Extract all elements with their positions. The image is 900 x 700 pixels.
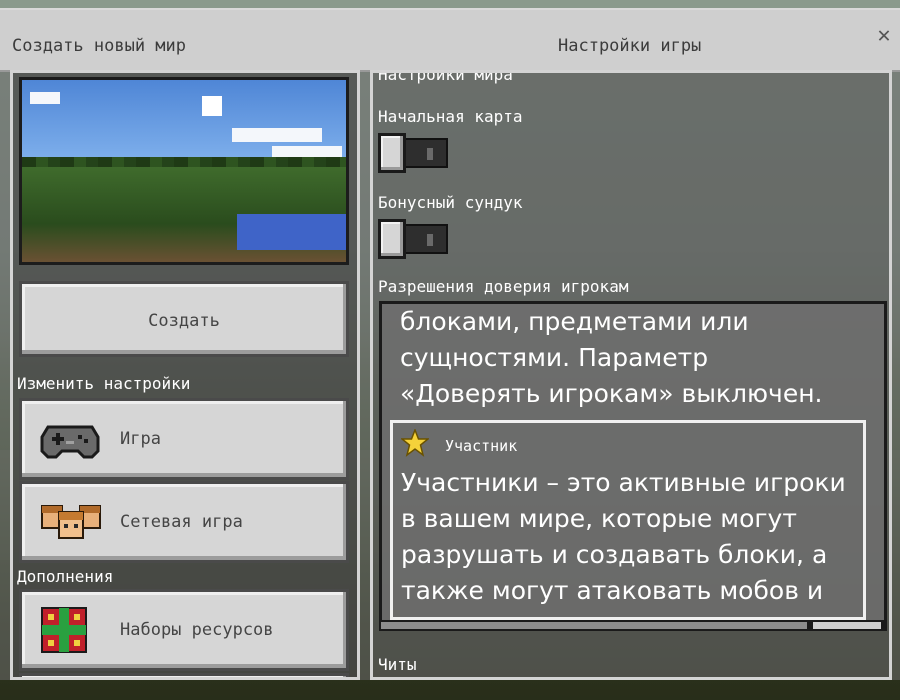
multiplayer-settings-label: Сетевая игра [120,512,243,532]
member-description-line: разрушать и создавать блоки, а [401,540,828,569]
create-button[interactable]: Создать [19,281,349,357]
world-preview-image [19,77,349,265]
horizontal-scrollbar[interactable] [379,621,887,631]
sun [202,96,222,116]
description-line: «Доверять игрокам» выключен. [400,379,823,408]
starting-map-toggle[interactable] [378,133,450,173]
title-bar: Создать новый мир Настройки игры ✕ [0,10,900,72]
settings-panel[interactable]: Настройки мира Начальная карта Бонусный … [370,70,892,680]
cloud [30,92,60,104]
settings-title: Настройки игры [558,36,702,56]
create-world-window: Создать новый мир Настройки игры ✕ Созда… [0,8,900,680]
member-option-title: Участник [445,437,518,455]
scrollbar-thumb[interactable] [813,622,881,629]
change-settings-heading: Изменить настройки [17,374,191,393]
toggle-off-indicator [427,234,433,246]
behavior-packs-button[interactable] [19,673,349,677]
member-description-line: Участники – это активные игроки [401,468,846,497]
toggle-off-indicator [427,148,433,160]
toggle-knob [378,133,406,173]
scrollbar-track-fill [381,622,807,629]
star-icon [401,429,429,457]
member-description-line: в вашем мире, которые могут [401,504,797,533]
resource-packs-button[interactable]: Наборы ресурсов [19,589,349,671]
window-title: Создать новый мир [12,36,186,56]
cheats-heading: Читы [378,655,417,674]
resource-packs-label: Наборы ресурсов [120,620,274,640]
game-settings-label: Игра [120,429,161,449]
bonus-chest-label: Бонусный сундук [378,193,523,212]
starting-map-label: Начальная карта [378,107,523,126]
addons-heading: Дополнения [17,567,114,586]
world-settings-heading: Настройки мира [378,70,513,84]
description-line: блоками, предметами или [400,307,749,336]
toggle-knob [378,219,406,259]
players-icon [41,505,101,539]
member-description-line: также могут атаковать мобов и [401,576,824,605]
member-option[interactable]: Участник Участники – это активные игроки… [390,420,866,620]
game-settings-button[interactable]: Игра [19,398,349,480]
resource-pack-icon [41,607,87,653]
create-button-label: Создать [148,311,220,331]
gamepad-icon [40,425,100,459]
multiplayer-settings-button[interactable]: Сетевая игра [19,481,349,563]
bonus-chest-toggle[interactable] [378,219,450,259]
cloud [232,128,322,142]
close-icon[interactable]: ✕ [874,25,894,47]
left-panel: Создать Изменить настройки Игра Сетевая … [10,70,360,680]
description-line: сущностями. Параметр [400,343,709,372]
permissions-dropdown-popup[interactable]: блоками, предметами или сущностями. Пара… [379,301,887,623]
water [237,214,346,250]
player-permissions-label: Разрешения доверия игрокам [378,277,629,296]
